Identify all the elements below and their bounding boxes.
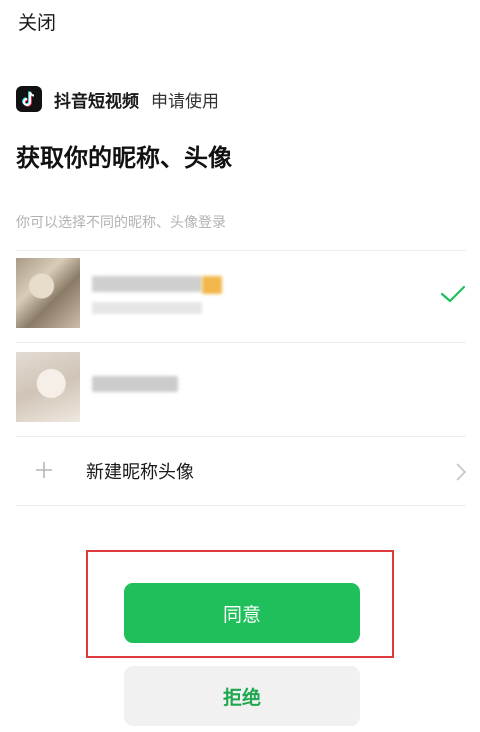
page-subtitle: 你可以选择不同的昵称、头像登录 xyxy=(16,215,226,231)
agree-button[interactable]: 同意 xyxy=(124,583,360,643)
app-request-text: 申请使用 xyxy=(151,91,219,112)
tiktok-logo-icon xyxy=(16,86,42,112)
new-option-label: 新建昵称头像 xyxy=(86,462,194,483)
close-button[interactable]: 关闭 xyxy=(18,8,56,35)
blurred-detail xyxy=(92,302,202,314)
new-nickname-avatar-option[interactable] xyxy=(0,437,480,505)
blurred-nickname xyxy=(92,376,178,392)
reject-button[interactable]: 拒绝 xyxy=(124,666,360,726)
avatar xyxy=(16,258,80,328)
blurred-nickname xyxy=(92,276,202,292)
divider xyxy=(16,505,466,506)
app-name: 抖音短视频 xyxy=(54,91,139,112)
chevron-right-icon xyxy=(456,463,467,481)
blurred-badge xyxy=(202,276,222,294)
app-info: 抖音短视频 申请使用 xyxy=(16,86,219,112)
plus-icon xyxy=(36,462,52,478)
check-icon xyxy=(440,285,466,303)
avatar xyxy=(16,352,80,422)
page-title: 获取你的昵称、头像 xyxy=(16,144,232,172)
